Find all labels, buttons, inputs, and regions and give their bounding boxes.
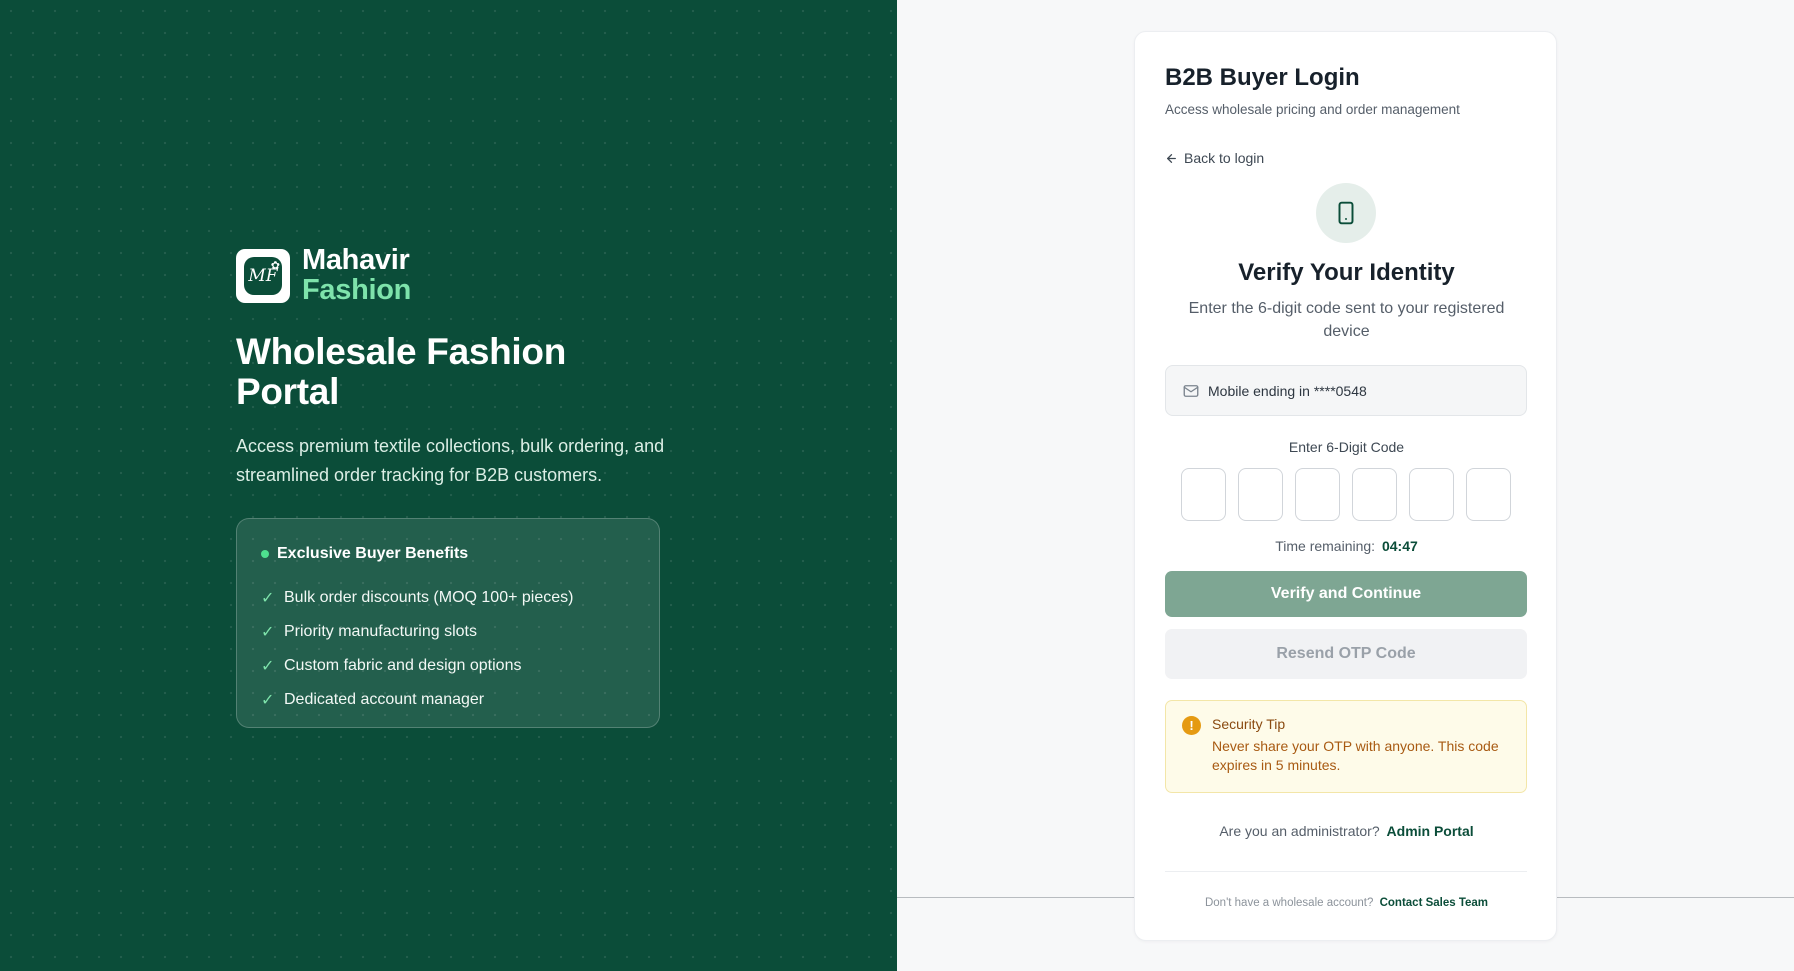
brand-text: Mahavir Fashion bbox=[302, 246, 411, 305]
verify-button[interactable]: Verify and Continue bbox=[1165, 571, 1527, 617]
otp-digit-1[interactable] bbox=[1181, 468, 1226, 521]
check-icon: ✓ bbox=[261, 590, 275, 607]
logo-mark: MF ✿ bbox=[244, 256, 282, 295]
back-label: Back to login bbox=[1184, 150, 1265, 166]
otp-digit-3[interactable] bbox=[1295, 468, 1340, 521]
verify-title: Verify Your Identity bbox=[1238, 259, 1455, 286]
login-card: B2B Buyer Login Access wholesale pricing… bbox=[1134, 31, 1557, 941]
mobile-info: Mobile ending in ****0548 bbox=[1165, 365, 1527, 416]
divider bbox=[1165, 871, 1527, 872]
tip-title: Security Tip bbox=[1212, 716, 1286, 732]
code-label: Enter 6-Digit Code bbox=[1288, 439, 1405, 455]
admin-prompt: Are you an administrator? Admin Portal bbox=[1135, 823, 1558, 839]
smartphone-icon bbox=[1338, 201, 1354, 225]
resend-otp-button[interactable]: Resend OTP Code bbox=[1165, 629, 1527, 679]
back-to-login-link[interactable]: Back to login bbox=[1165, 150, 1264, 166]
otp-digit-6[interactable] bbox=[1466, 468, 1511, 521]
otp-digit-4[interactable] bbox=[1352, 468, 1397, 521]
security-tip: ! Security Tip Never share your OTP with… bbox=[1165, 700, 1527, 793]
otp-digit-2[interactable] bbox=[1238, 468, 1283, 521]
benefit-item: ✓ Dedicated account manager bbox=[261, 683, 635, 717]
brand-name: Mahavir bbox=[302, 244, 410, 276]
device-badge bbox=[1316, 183, 1376, 243]
brand-panel: MF ✿ Mahavir Fashion Wholesale Fashion P… bbox=[0, 0, 897, 971]
benefit-label: Dedicated account manager bbox=[284, 691, 485, 708]
alert-circle-icon: ! bbox=[1182, 716, 1201, 735]
leaf-icon: ✿ bbox=[270, 258, 280, 272]
login-subtitle: Access wholesale pricing and order manag… bbox=[1165, 102, 1460, 117]
hero-description: Access premium textile collections, bulk… bbox=[236, 436, 665, 485]
benefits-card: Exclusive Buyer Benefits ✓ Bulk order di… bbox=[236, 518, 660, 728]
brand: MF ✿ Mahavir Fashion bbox=[236, 246, 411, 305]
benefit-label: Bulk order discounts (MOQ 100+ pieces) bbox=[284, 589, 574, 606]
contact-prompt: Don't have a wholesale account? Contact … bbox=[1135, 897, 1558, 909]
check-icon: ✓ bbox=[261, 624, 275, 641]
brand-sub: Fashion bbox=[302, 274, 412, 306]
contact-prompt-text: Don't have a wholesale account? bbox=[1204, 897, 1374, 909]
mail-icon bbox=[1183, 384, 1199, 397]
benefit-item: ✓ Bulk order discounts (MOQ 100+ pieces) bbox=[261, 581, 635, 615]
otp-inputs bbox=[1181, 468, 1511, 521]
timer-value: 04:47 bbox=[1381, 538, 1418, 554]
contact-sales-link[interactable]: Contact Sales Team bbox=[1380, 897, 1488, 909]
arrow-left-icon bbox=[1167, 153, 1176, 163]
admin-portal-link[interactable]: Admin Portal bbox=[1387, 823, 1474, 839]
logo: MF ✿ bbox=[236, 248, 290, 303]
benefit-item: ✓ Custom fabric and design options bbox=[261, 649, 635, 683]
benefit-label: Priority manufacturing slots bbox=[284, 623, 477, 640]
check-icon: ✓ bbox=[261, 658, 275, 675]
login-title: B2B Buyer Login bbox=[1165, 64, 1360, 91]
mobile-text: Mobile ending in ****0548 bbox=[1208, 382, 1367, 399]
benefits-title: Exclusive Buyer Benefits bbox=[277, 545, 469, 562]
status-dot-icon bbox=[261, 550, 269, 558]
verify-subtitle: Enter the 6-digit code sent to your regi… bbox=[1188, 300, 1505, 340]
timer-label: Time remaining: bbox=[1275, 538, 1376, 554]
benefit-label: Custom fabric and design options bbox=[284, 657, 522, 674]
otp-timer: Time remaining: 04:47 bbox=[1135, 538, 1558, 554]
otp-digit-5[interactable] bbox=[1409, 468, 1454, 521]
tip-text: Never share your OTP with anyone. This c… bbox=[1212, 738, 1499, 773]
admin-prompt-text: Are you an administrator? bbox=[1219, 823, 1380, 839]
benefits-heading: Exclusive Buyer Benefits bbox=[261, 545, 635, 563]
hero-headline: Wholesale Fashion Portal bbox=[236, 331, 567, 412]
check-icon: ✓ bbox=[261, 692, 275, 709]
benefit-item: ✓ Priority manufacturing slots bbox=[261, 615, 635, 649]
